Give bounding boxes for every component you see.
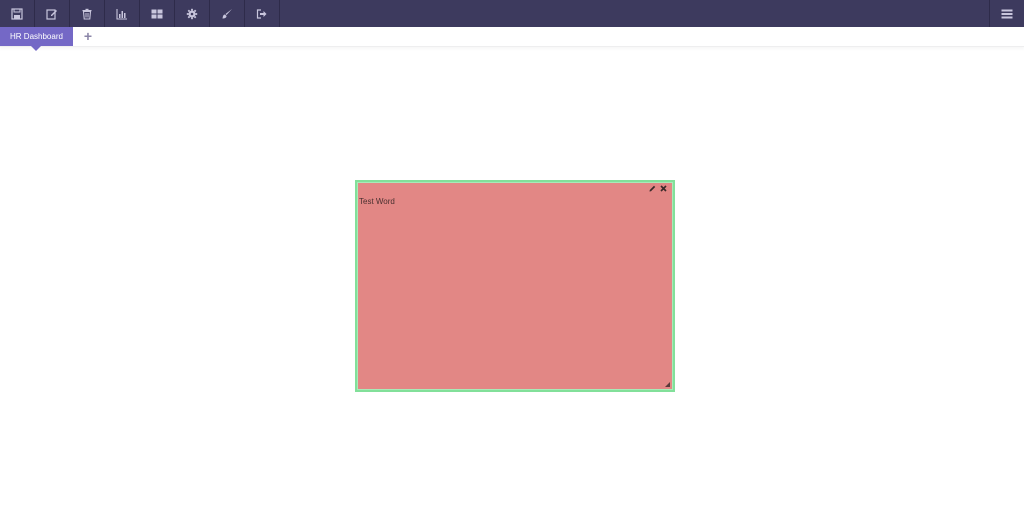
delete-button[interactable] — [70, 0, 105, 27]
edit-widget-button[interactable] — [649, 185, 656, 192]
menu-list-icon — [1001, 9, 1013, 18]
close-widget-button[interactable] — [660, 185, 667, 192]
theme-button[interactable] — [210, 0, 245, 27]
logout-button[interactable] — [245, 0, 280, 27]
bar-chart-icon — [116, 8, 127, 20]
save-button[interactable] — [0, 0, 35, 27]
edit-icon — [46, 8, 57, 20]
tab-label: HR Dashboard — [10, 32, 63, 41]
chart-button[interactable] — [105, 0, 140, 27]
grid-icon — [151, 9, 163, 18]
top-toolbar — [0, 0, 1024, 27]
brush-icon — [222, 8, 232, 18]
trash-icon — [82, 8, 92, 20]
resize-handle[interactable] — [665, 382, 670, 387]
pencil-icon — [649, 185, 656, 192]
close-icon — [660, 185, 667, 192]
gear-icon — [186, 8, 198, 19]
tab-hr-dashboard[interactable]: HR Dashboard — [0, 27, 73, 51]
widget-actions — [649, 185, 667, 192]
plus-icon: + — [83, 28, 93, 44]
tab-bar: HR Dashboard + — [0, 27, 1024, 51]
sign-out-icon — [256, 8, 267, 19]
edit-button[interactable] — [35, 0, 70, 27]
add-tab-button[interactable]: + — [81, 28, 95, 45]
resize-icon — [665, 382, 670, 387]
settings-button[interactable] — [175, 0, 210, 27]
menu-button[interactable] — [989, 0, 1024, 27]
widget-content-text: Test Word — [359, 197, 395, 206]
save-icon — [11, 7, 23, 20]
layout-button[interactable] — [140, 0, 175, 27]
dashboard-widget[interactable]: Test Word — [355, 180, 675, 392]
